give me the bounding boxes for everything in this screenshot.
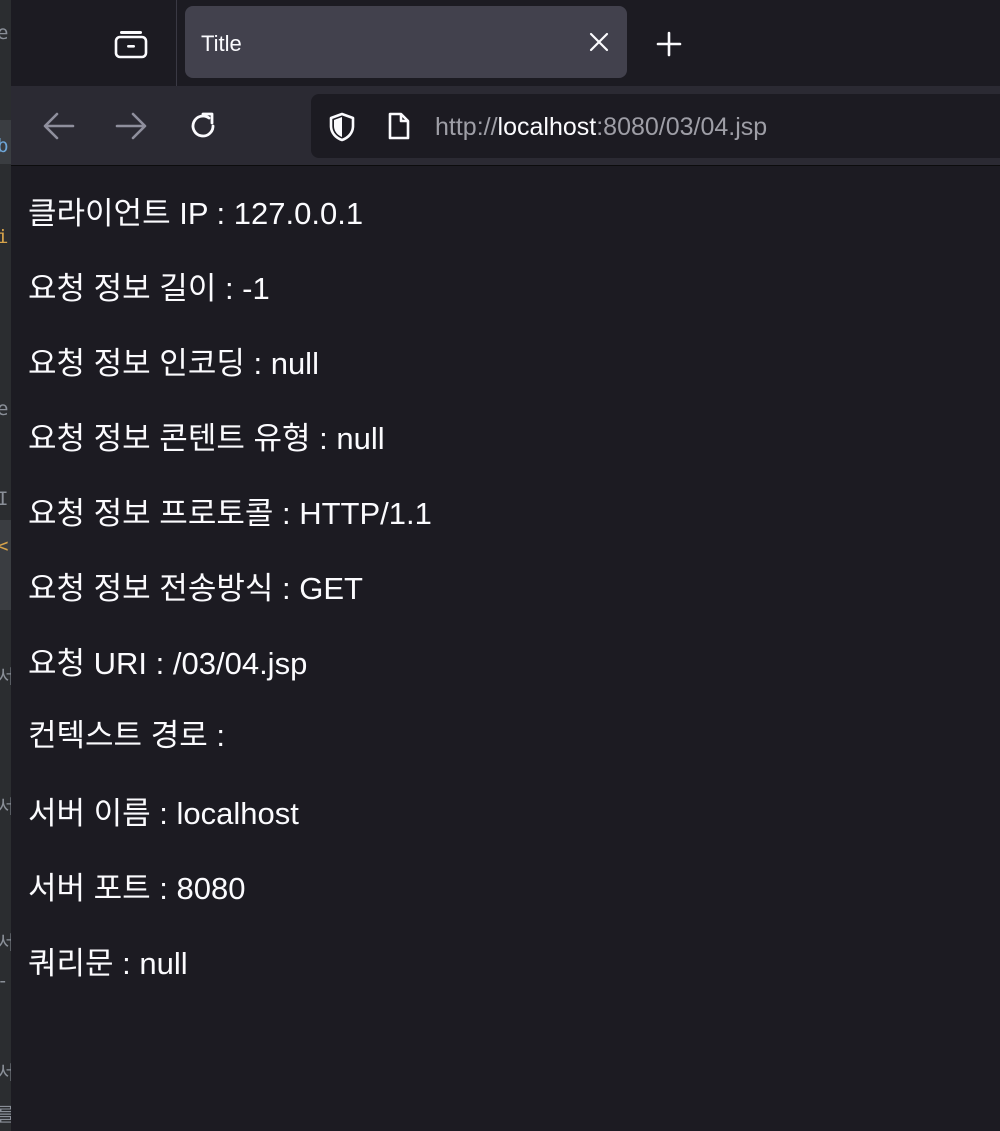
- info-line-server-name: 서버 이름 : localhost: [28, 796, 299, 831]
- info-line-protocol: 요청 정보 프로토콜 : HTTP/1.1: [28, 496, 432, 531]
- tab-strip: Title: [11, 0, 1000, 86]
- ide-fragment: e: [0, 22, 9, 44]
- close-icon: [589, 32, 609, 52]
- ide-fragment: <: [0, 535, 9, 557]
- background-ide-sliver: e b i e I < 서 서 서 - 서 를: [0, 0, 11, 1131]
- shield-icon: [329, 112, 355, 142]
- tab-title: Title: [201, 31, 242, 56]
- ide-fragment: b: [0, 135, 9, 157]
- ide-band: [0, 520, 11, 610]
- tab-active[interactable]: Title: [185, 6, 627, 78]
- address-bar[interactable]: http://localhost:8080/03/04.jsp: [311, 94, 1000, 158]
- url-host: localhost: [497, 113, 597, 141]
- forward-button[interactable]: [111, 106, 151, 146]
- tab-strip-divider: [176, 0, 177, 86]
- info-line-context-path: 컨텍스트 경로 :: [28, 718, 225, 753]
- ide-fragment: 를: [0, 1104, 11, 1126]
- reload-button[interactable]: [183, 106, 223, 146]
- ide-fragment: i: [0, 226, 9, 248]
- site-info-button[interactable]: [385, 111, 413, 141]
- arrow-left-icon: [43, 112, 75, 140]
- back-button[interactable]: [39, 106, 79, 146]
- reload-icon: [191, 112, 215, 138]
- navigation-toolbar: http://localhost:8080/03/04.jsp: [11, 86, 1000, 166]
- url-scheme: http://: [435, 113, 498, 141]
- tracking-protection-button[interactable]: [327, 112, 357, 142]
- page-content: 클라이언트 IP : 127.0.0.1 요청 정보 길이 : -1 요청 정보…: [11, 167, 1000, 1131]
- info-line-client-ip: 클라이언트 IP : 127.0.0.1: [28, 196, 364, 231]
- plus-icon: [656, 31, 682, 57]
- url-text[interactable]: http://localhost:8080/03/04.jsp: [435, 113, 767, 142]
- arrow-right-icon: [115, 112, 147, 140]
- tab-close-button[interactable]: [587, 30, 611, 54]
- tab-manager-button[interactable]: [113, 26, 149, 62]
- info-line-request-uri: 요청 URI : /03/04.jsp: [28, 646, 308, 681]
- browser-window: Title http://localhost:8080/03/04.jsp 클라…: [11, 0, 1000, 1131]
- info-line-encoding: 요청 정보 인코딩 : null: [28, 346, 319, 381]
- ide-fragment: 서: [0, 1062, 11, 1084]
- info-line-method: 요청 정보 전송방식 : GET: [28, 571, 363, 606]
- ide-fragment: -: [0, 970, 8, 992]
- tab-manager-icon: [114, 31, 148, 59]
- info-line-content-length: 요청 정보 길이 : -1: [28, 271, 270, 306]
- screen: e b i e I < 서 서 서 - 서 를 Title: [0, 0, 1000, 1131]
- url-path: :8080/03/04.jsp: [596, 113, 768, 141]
- ide-fragment: 서: [0, 666, 11, 688]
- info-line-query-string: 쿼리문 : null: [28, 946, 188, 981]
- page-icon: [388, 112, 410, 140]
- new-tab-button[interactable]: [651, 26, 687, 62]
- ide-fragment: 서: [0, 932, 11, 954]
- ide-fragment: I: [0, 488, 9, 510]
- info-line-server-port: 서버 포트 : 8080: [28, 871, 246, 906]
- ide-fragment: e: [0, 398, 9, 420]
- info-line-content-type: 요청 정보 콘텐트 유형 : null: [28, 421, 385, 456]
- ide-fragment: 서: [0, 796, 11, 818]
